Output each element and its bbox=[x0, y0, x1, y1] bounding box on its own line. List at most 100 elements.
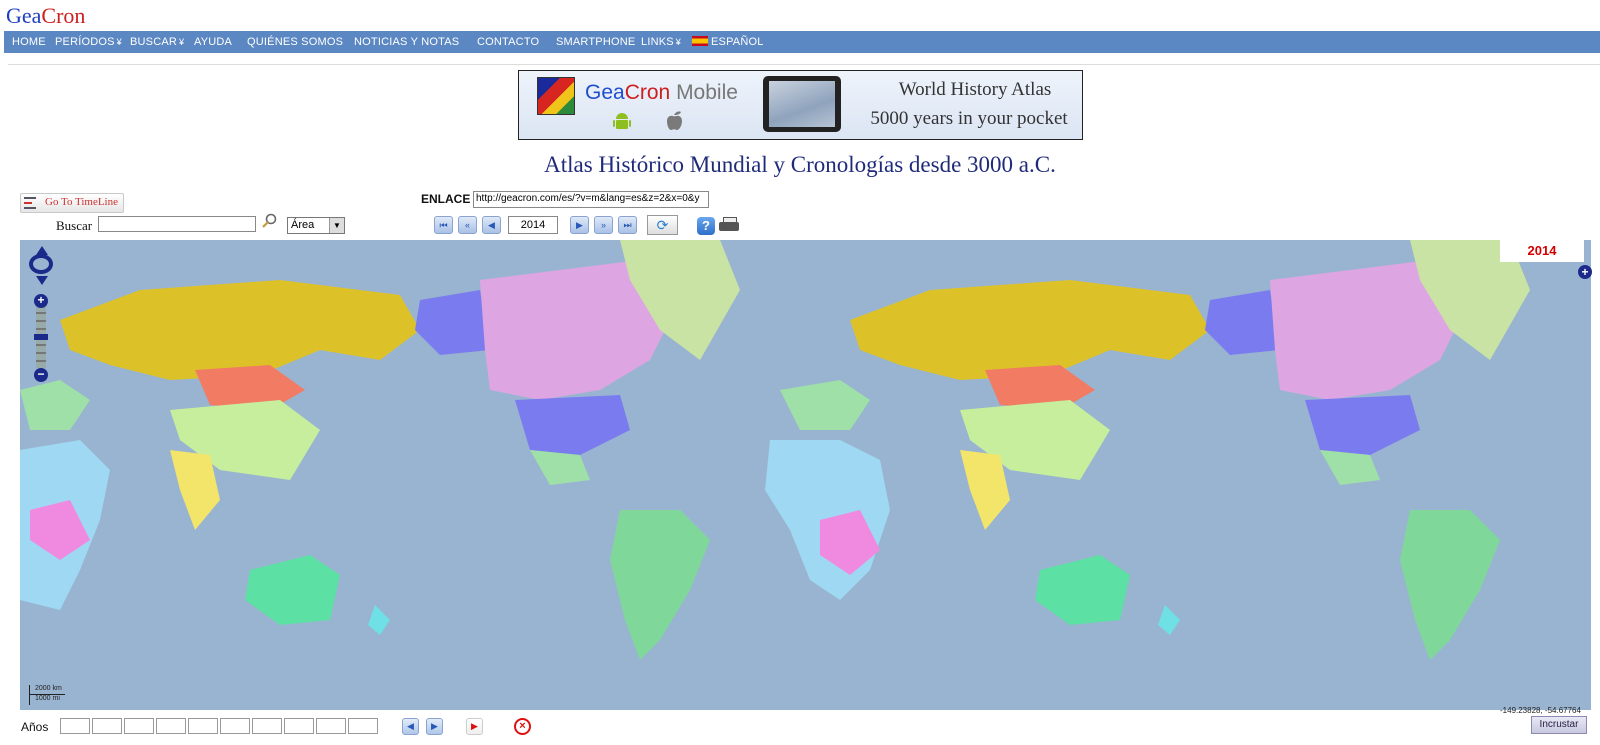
year-slot[interactable] bbox=[348, 718, 378, 734]
apple-icon bbox=[663, 109, 685, 139]
nav-quienes-somos-label: QUIÉNES SOMOS bbox=[247, 36, 344, 48]
nav-language[interactable]: ESPAÑOL bbox=[692, 31, 764, 53]
fast-back-button[interactable]: « bbox=[458, 216, 477, 234]
chevron-down-icon: ¥ bbox=[116, 37, 122, 47]
spain-flag-icon bbox=[692, 36, 708, 46]
refresh-button[interactable]: ⟳ bbox=[647, 215, 678, 235]
refresh-icon: ⟳ bbox=[656, 217, 669, 233]
slot-prev-button[interactable]: ◀ bbox=[402, 718, 419, 735]
play-icon: ▶ bbox=[471, 721, 478, 731]
pan-ring-icon[interactable] bbox=[29, 254, 53, 274]
years-label: Años bbox=[21, 720, 49, 734]
step-back-icon: ◀ bbox=[407, 721, 414, 731]
banner-brand-cron: Cron bbox=[624, 81, 671, 104]
page-title: Atlas Histórico Mundial y Cronologías de… bbox=[544, 152, 1056, 177]
banner-brand: GeaCron Mobile bbox=[585, 81, 738, 105]
year-slot[interactable] bbox=[220, 718, 250, 734]
map-scale-bar: 2000 km 1000 mi bbox=[27, 685, 69, 707]
slot-next-button[interactable]: ▶ bbox=[426, 718, 443, 735]
nav-quienes-somos[interactable]: QUIÉNES SOMOS bbox=[247, 31, 343, 53]
step-forward-button[interactable]: ▶ bbox=[570, 216, 589, 234]
zoom-out-icon[interactable]: − bbox=[34, 368, 48, 382]
skip-back-icon: ⏮ bbox=[439, 220, 448, 230]
geacron-logo[interactable]: GeaCron bbox=[6, 4, 85, 28]
year-slot[interactable] bbox=[156, 718, 186, 734]
banner-brand-mobile: Mobile bbox=[670, 81, 738, 104]
year-slot[interactable] bbox=[124, 718, 154, 734]
year-slot[interactable] bbox=[188, 718, 218, 734]
year-slot[interactable] bbox=[252, 718, 282, 734]
play-button[interactable]: ▶ bbox=[466, 718, 483, 735]
expand-icon[interactable]: + bbox=[1578, 265, 1592, 279]
zoom-in-icon[interactable]: + bbox=[34, 294, 48, 308]
mobile-app-banner[interactable]: GeaCron Mobile World History Atlas 5000 … bbox=[518, 70, 1083, 140]
nav-contacto-label: CONTACTO bbox=[477, 36, 540, 48]
nav-periodos[interactable]: PERÍODOS ¥ bbox=[55, 31, 122, 53]
nav-links[interactable]: LINKS ¥ bbox=[641, 31, 681, 53]
first-year-button[interactable]: ⏮ bbox=[434, 216, 453, 234]
chevron-down-icon: ¥ bbox=[179, 37, 185, 47]
fast-back-icon: « bbox=[464, 220, 470, 230]
chevron-down-icon: ▼ bbox=[329, 218, 344, 233]
cursor-coordinates: -149.23828, -54.67764 bbox=[1500, 706, 1581, 715]
nav-buscar[interactable]: BUSCAR ¥ bbox=[130, 31, 184, 53]
scale-mi-label: 1000 mi bbox=[35, 695, 60, 702]
year-slot[interactable] bbox=[316, 718, 346, 734]
skip-forward-icon: ⏭ bbox=[623, 220, 632, 230]
map-canvas[interactable] bbox=[20, 240, 1591, 710]
search-scope-value: Área bbox=[291, 219, 315, 231]
last-year-button[interactable]: ⏭ bbox=[618, 216, 637, 234]
nav-home-label: HOME bbox=[12, 36, 46, 48]
search-scope-select[interactable]: Área ▼ bbox=[287, 217, 345, 234]
enlace-label: ENLACE bbox=[421, 192, 471, 206]
tablet-image bbox=[763, 76, 841, 132]
map-copy-left bbox=[20, 240, 740, 660]
print-icon[interactable] bbox=[719, 216, 739, 234]
fast-forward-icon: » bbox=[600, 220, 606, 230]
search-input[interactable] bbox=[98, 216, 256, 232]
year-slot[interactable] bbox=[92, 718, 122, 734]
app-icon bbox=[537, 77, 575, 115]
nav-contacto[interactable]: CONTACTO bbox=[477, 31, 539, 53]
nav-buscar-label: BUSCAR bbox=[130, 36, 178, 48]
year-slot[interactable] bbox=[60, 718, 90, 734]
nav-smartphone[interactable]: SMARTPHONE bbox=[556, 31, 635, 53]
nav-links-label: LINKS bbox=[641, 36, 674, 48]
pan-control[interactable] bbox=[27, 246, 57, 286]
step-forward-icon: ▶ bbox=[431, 721, 438, 731]
link-url-field[interactable]: http://geacron.com/es/?v=m&lang=es&z=2&x… bbox=[473, 191, 709, 208]
android-icon bbox=[611, 111, 633, 139]
scale-km-label: 2000 km bbox=[35, 685, 62, 692]
step-back-button[interactable]: ◀ bbox=[482, 216, 501, 234]
main-nav-bar: HOME PERÍODOS ¥ BUSCAR ¥ AYUDA QUIÉNES SOM… bbox=[4, 31, 1600, 53]
nav-ayuda[interactable]: AYUDA bbox=[194, 31, 232, 53]
nav-home[interactable]: HOME bbox=[12, 31, 46, 53]
chevron-down-icon: ¥ bbox=[675, 37, 682, 47]
nav-language-label: ESPAÑOL bbox=[711, 36, 764, 48]
banner-brand-gea: Gea bbox=[585, 81, 625, 104]
nav-smartphone-label: SMARTPHONE bbox=[556, 36, 636, 48]
map-copy-right bbox=[765, 240, 1530, 660]
timeline-icon bbox=[24, 197, 36, 209]
embed-button[interactable]: Incrustar bbox=[1531, 716, 1587, 734]
go-to-timeline-button[interactable]: Go To TimeLine bbox=[20, 193, 124, 213]
year-slot[interactable] bbox=[284, 718, 314, 734]
step-back-icon: ◀ bbox=[488, 220, 495, 230]
zoom-slider[interactable]: + − bbox=[34, 294, 48, 382]
zoom-handle[interactable] bbox=[34, 334, 48, 340]
nav-noticias-label: NOTICIAS Y NOTAS bbox=[354, 36, 460, 48]
world-map[interactable] bbox=[20, 240, 1591, 710]
fast-forward-button[interactable]: » bbox=[594, 216, 613, 234]
search-label: Buscar bbox=[56, 218, 93, 233]
logo-gea: Gea bbox=[6, 3, 42, 28]
search-icon[interactable] bbox=[261, 213, 277, 234]
stop-icon[interactable]: × bbox=[514, 718, 531, 735]
banner-line2: 5000 years in your pocket bbox=[870, 108, 1068, 129]
nav-ayuda-label: AYUDA bbox=[194, 36, 233, 48]
step-forward-icon: ▶ bbox=[576, 220, 583, 230]
year-input[interactable]: 2014 bbox=[508, 216, 558, 234]
help-icon[interactable]: ? bbox=[697, 217, 715, 235]
banner-line1: World History Atlas bbox=[898, 79, 1052, 100]
nav-noticias[interactable]: NOTICIAS Y NOTAS bbox=[354, 31, 459, 53]
pan-down-icon[interactable] bbox=[36, 276, 48, 285]
